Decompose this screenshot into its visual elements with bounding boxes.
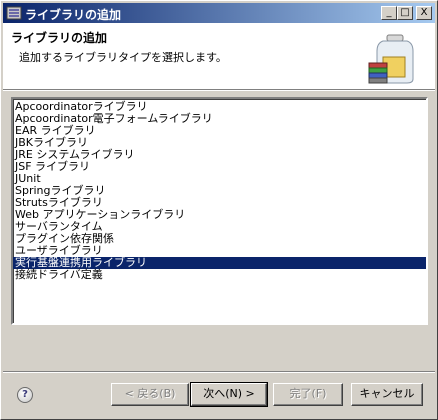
wizard-header: ライブラリの追加 追加するライブラリタイプを選択します。 [3, 23, 435, 89]
header-separator [3, 89, 435, 91]
maximize-button[interactable]: □ [397, 6, 413, 20]
page-description: 追加するライブラリタイプを選択します。 [19, 51, 227, 64]
library-type-list[interactable]: Apcoordinatorライブラリ Apcoordinator電子フォームライ… [11, 97, 428, 325]
list-item[interactable]: 接続ドライバ定義 [13, 269, 426, 281]
eclipse-app-icon [6, 6, 22, 20]
back-button[interactable]: < 戻る(B) [111, 383, 189, 406]
title-bar[interactable]: ライブラリの追加 _ □ X [3, 3, 435, 23]
next-button[interactable]: 次へ(N) > [190, 382, 268, 407]
help-icon[interactable]: ? [17, 387, 33, 403]
library-jar-icon [368, 34, 414, 84]
finish-button[interactable]: 完了(F) [273, 383, 343, 406]
add-library-dialog: ライブラリの追加 _ □ X ライブラリの追加 追加するライブラリタイプを選択し… [0, 0, 438, 420]
minimize-button[interactable]: _ [381, 6, 397, 20]
close-button[interactable]: X [416, 6, 432, 20]
window-title: ライブラリの追加 [25, 8, 122, 22]
footer-separator [3, 371, 435, 373]
cancel-button[interactable]: キャンセル [351, 383, 423, 406]
list-item[interactable]: JSF ライブラリ [13, 161, 426, 173]
page-title: ライブラリの追加 [11, 31, 108, 45]
